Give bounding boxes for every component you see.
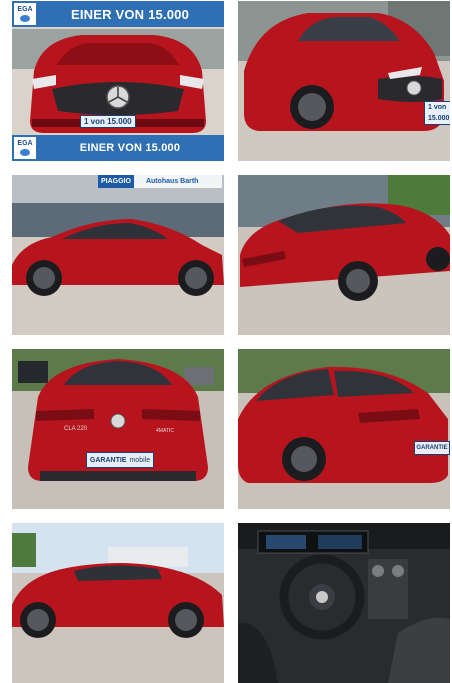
car-rear-right-image xyxy=(238,349,450,509)
photo-side-left[interactable]: PIAGGIO Autohaus Barth xyxy=(12,175,224,335)
ega-logo-icon: EGA xyxy=(14,137,36,159)
rear-plate-text: GARANTIE xyxy=(416,445,448,451)
banner-text: EINER VON 15.000 xyxy=(70,6,190,22)
license-plate: 1 von 15.000 xyxy=(80,115,136,128)
rear-plate: GARANTIE xyxy=(414,441,450,455)
car-front-quarter-image xyxy=(238,1,450,161)
promo-banner-top: EGA EINER VON 15.000 xyxy=(12,1,224,27)
photo-front-quarter[interactable]: 1 von 15.000 xyxy=(238,1,450,161)
interior-image xyxy=(238,523,450,683)
ega-swirl-icon xyxy=(20,15,30,22)
car-side-image xyxy=(12,175,224,335)
car-rear-image xyxy=(12,349,224,509)
photo-side-outdoor[interactable] xyxy=(12,523,224,683)
rear-plate: GARANTIE mobile xyxy=(86,452,154,468)
photo-interior[interactable] xyxy=(238,523,450,683)
car-side-outdoor-image xyxy=(12,523,224,683)
license-plate: 1 von 15.000 xyxy=(424,101,450,125)
ega-logo-icon: EGA xyxy=(14,3,36,25)
photo-rear-quarter-right[interactable]: GARANTIE xyxy=(238,349,450,509)
ega-logo-text: EGA xyxy=(17,6,33,13)
ega-swirl-icon xyxy=(20,149,30,156)
rear-plate-sub: mobile xyxy=(129,456,151,464)
photo-front[interactable]: EGA EINER VON 15.000 1 von 15.000 EGA EI… xyxy=(12,1,224,161)
model-badge: CLA 220 xyxy=(64,426,88,432)
dealer-sign-brand: PIAGGIO xyxy=(98,175,134,188)
rear-plate-text: GARANTIE xyxy=(89,456,127,464)
banner-text: EINER VON 15.000 xyxy=(79,142,181,154)
photo-rear-quarter[interactable] xyxy=(238,175,450,335)
car-rear-quarter-image xyxy=(238,175,450,335)
dealer-sign: PIAGGIO Autohaus Barth xyxy=(98,175,222,188)
promo-banner-bottom: EGA EINER VON 15.000 xyxy=(12,135,224,161)
ega-logo-text: EGA xyxy=(17,140,33,147)
variant-badge: 4MATIC xyxy=(156,428,174,434)
dealer-sign-name: Autohaus Barth xyxy=(145,178,199,185)
photo-rear[interactable]: CLA 220 4MATIC GARANTIE mobile xyxy=(12,349,224,509)
